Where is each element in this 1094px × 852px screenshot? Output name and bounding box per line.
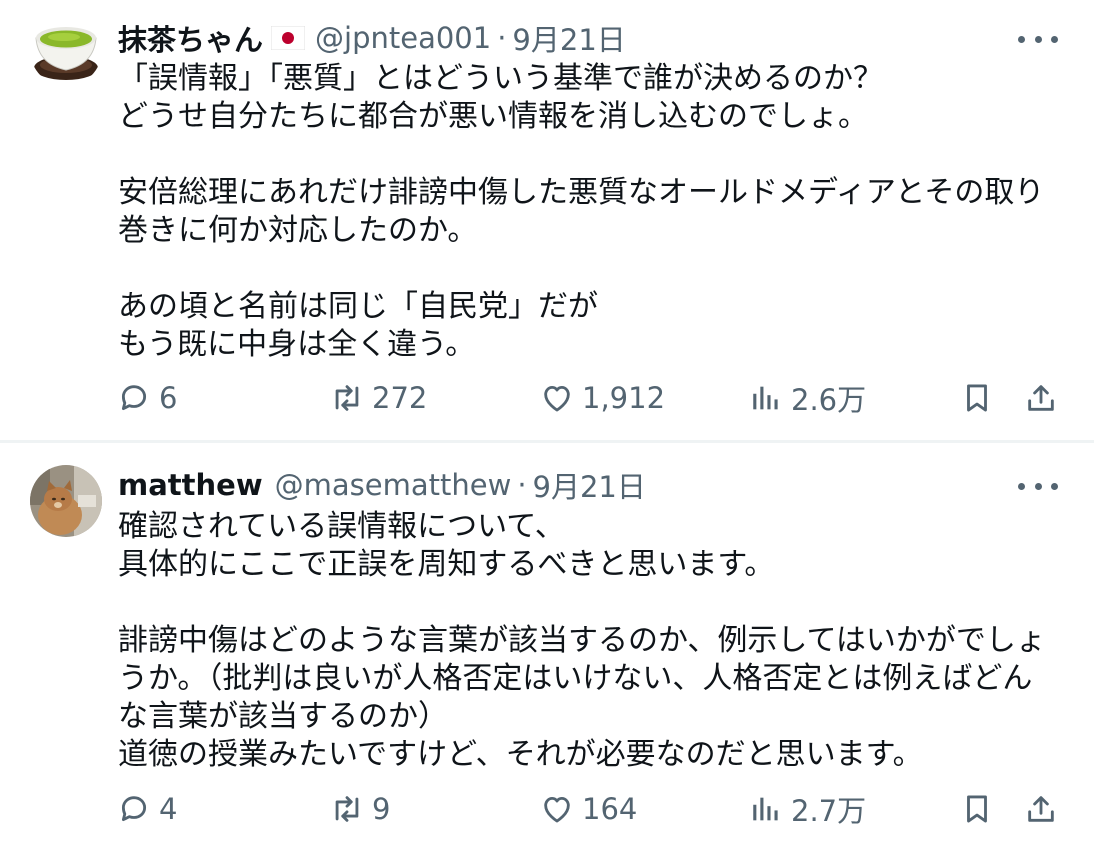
views-icon: [753, 797, 778, 821]
share-button[interactable]: [1024, 789, 1058, 829]
cat-avatar-image: [30, 465, 102, 537]
share-icon: [1028, 796, 1054, 822]
more-options-button[interactable]: [1018, 24, 1058, 54]
avatar[interactable]: [30, 14, 102, 86]
display-name[interactable]: 抹茶ちゃん: [118, 17, 263, 59]
views-icon: [753, 386, 778, 410]
tweet-header: matthew @masematthew · 9月21日: [118, 465, 646, 505]
bookmark-button[interactable]: [960, 789, 994, 829]
like-icon: [544, 385, 570, 412]
reply-icon: [121, 385, 147, 411]
bookmark-icon: [967, 384, 987, 412]
tweet-date[interactable]: 9月21日: [512, 17, 625, 59]
tweet[interactable]: matthew @masematthew · 9月21日 確認されている誤情報に…: [0, 443, 1094, 852]
tweet-text: 確認されている誤情報について、 具体的にここで正誤を周知するべきと思います。 誹…: [118, 509, 1046, 772]
like-icon: [544, 796, 570, 823]
repost-icon: [335, 385, 359, 411]
repost-button[interactable]: 9: [330, 789, 390, 829]
share-button[interactable]: [1024, 378, 1058, 418]
display-name[interactable]: matthew: [118, 468, 263, 502]
repost-count: 272: [372, 381, 428, 415]
views-count: 2.6万: [791, 383, 867, 417]
tweet[interactable]: 抹茶ちゃん @jpntea001 · 9月21日 「誤情報」「悪質」とはどういう…: [0, 0, 1094, 440]
tweet-date[interactable]: 9月21日: [533, 464, 646, 506]
repost-count: 9: [372, 792, 391, 826]
user-handle[interactable]: @masematthew: [275, 468, 512, 502]
reply-count: 6: [159, 381, 178, 415]
tweet-text: 「誤情報」「悪質」とはどういう基準で誰が決めるのか？ どうせ自分たちに都合が悪い…: [118, 61, 1045, 362]
bookmark-button[interactable]: [960, 378, 994, 418]
avatar[interactable]: [30, 465, 102, 537]
like-button[interactable]: 164: [540, 789, 637, 829]
separator-dot: ·: [517, 468, 527, 502]
reply-count: 4: [159, 792, 178, 826]
like-count: 164: [582, 792, 638, 826]
more-icon: [1018, 35, 1025, 43]
separator-dot: ·: [497, 21, 507, 55]
repost-icon: [335, 796, 359, 822]
share-icon: [1028, 385, 1054, 411]
user-handle[interactable]: @jpntea001: [315, 21, 491, 55]
views-count: 2.7万: [791, 794, 867, 828]
more-icon: [1018, 482, 1025, 490]
views-button[interactable]: 2.7万: [749, 789, 866, 829]
bookmark-icon: [967, 795, 987, 823]
views-button[interactable]: 2.6万: [749, 378, 866, 418]
like-count: 1,912: [582, 381, 666, 415]
repost-button[interactable]: 272: [330, 378, 427, 418]
reply-button[interactable]: 4: [117, 789, 177, 829]
japan-flag-icon: [271, 26, 306, 50]
more-options-button[interactable]: [1018, 471, 1058, 501]
tea-cup-avatar-image: [30, 14, 102, 86]
tweet-header: 抹茶ちゃん @jpntea001 · 9月21日: [118, 18, 626, 58]
like-button[interactable]: 1,912: [540, 378, 665, 418]
reply-button[interactable]: 6: [117, 378, 177, 418]
reply-icon: [121, 796, 147, 822]
